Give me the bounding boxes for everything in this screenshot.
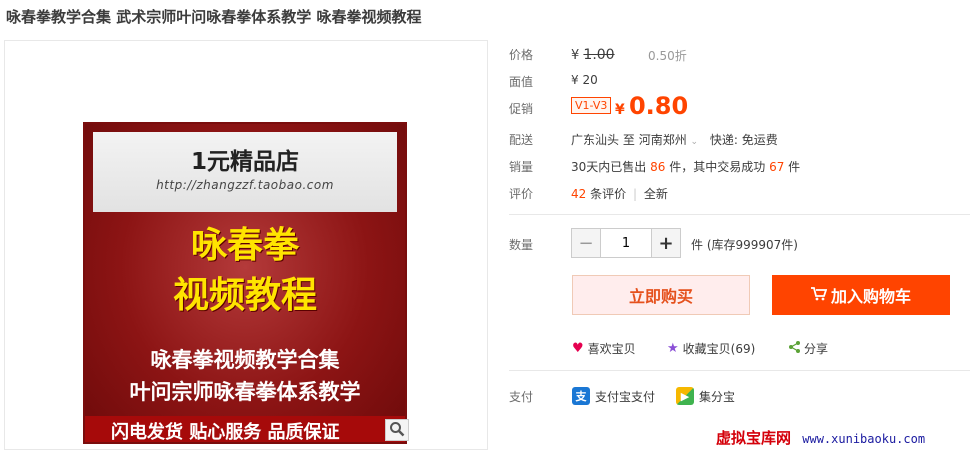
cart-icon [810,286,828,305]
sales-label: 销量 [509,160,534,174]
sales-sold-count: 86 [650,160,666,174]
face-value-label: 面值 [509,75,534,89]
like-button[interactable]: ♥ 喜欢宝贝 [572,340,636,357]
add-to-cart-button[interactable]: 加入购物车 [772,275,950,315]
alipay-option[interactable]: 支 支付宝支付 [572,387,655,405]
share-icon [789,341,800,356]
poster-shop-url: http://zhangzzf.taobao.com [156,178,334,192]
delivery-label: 配送 [509,133,534,147]
poster-headline-2: 视频教程 [172,275,317,316]
promo-price-value: 0.80 [628,92,689,120]
quantity-label: 数量 [509,238,534,252]
watermark-name: 虚拟宝库网 [716,429,792,447]
condition-tag: 全新 [643,187,668,201]
reviews-count-suffix: 条评价 [590,187,627,201]
alipay-label: 支付宝支付 [595,389,656,404]
shipping-fee: 快递: 免运费 [709,133,778,147]
quantity-increase-button[interactable]: + [652,229,680,257]
reviews-info: 42 条评价 | 全新 [571,185,668,202]
quantity-input[interactable] [600,229,652,257]
original-price: ¥ 1.00 [571,47,615,63]
sales-success-count: 67 [769,160,785,174]
watermark-url: www.xunibaoku.com [802,432,926,446]
poster-shop-name: 1元精品店 [190,149,299,175]
magnifier-icon [389,421,405,440]
poster-headline-1: 咏春拳 [190,225,299,266]
heart-icon: ♥ [572,341,584,356]
promo-price: ¥ 0.80 [615,92,688,120]
price-label: 价格 [509,48,534,62]
reviews-count: 42 [571,187,587,201]
delivery-info: 广东汕头 至 河南郑州 ⌄ 快递: 免运费 [571,131,778,148]
face-value: ¥ 20 [571,73,598,87]
product-main-image[interactable]: 1元精品店 http://zhangzzf.taobao.com 咏春拳 视频教… [83,122,407,444]
delivery-to-word: 至 [622,133,635,147]
member-level-tag[interactable]: V1-V3 [571,97,612,114]
original-price-value: 1.00 [583,47,615,63]
chevron-down-icon: ⌄ [690,137,699,147]
quantity-stepper: − + [571,228,681,258]
alipay-icon: 支 [572,387,590,405]
stock-info: 件 (库存999907件) [691,238,798,252]
reviews-separator: | [632,187,637,201]
product-info-panel: 价格 ¥ 1.00 0.50折 面值 ¥ 20 促销 V1-V3 ¥ 0.80 … [509,0,970,455]
poster-footer-text: 闪电发货 贴心服务 品质保证 [111,422,340,443]
like-label: 喜欢宝贝 [587,342,636,356]
buy-now-label: 立即购买 [628,287,693,306]
section-divider [509,214,970,215]
poster-subtitle-1: 咏春拳视频教学合集 [150,348,340,372]
section-divider [509,370,970,371]
star-icon: ★ [667,341,679,356]
poster-subtitle-2: 叶问宗师咏春拳体系教学 [129,380,361,404]
favorite-label: 收藏宝贝(69) [682,342,756,356]
discount-rate: 0.50折 [648,49,687,63]
sales-suffix: 件 [788,160,801,174]
promo-label: 促销 [509,102,534,116]
jifenbao-icon: ▶ [676,387,694,405]
buy-now-button[interactable]: 立即购买 [572,275,750,315]
payment-label: 支付 [509,390,534,404]
product-gallery: 1元精品店 http://zhangzzf.taobao.com 咏春拳 视频教… [4,40,488,450]
share-button[interactable]: 分享 [789,340,828,357]
delivery-destination-select[interactable]: 河南郑州 ⌄ [639,133,702,147]
promo-price-currency: ¥ [615,102,625,118]
original-price-currency: ¥ [571,48,580,63]
sales-info: 30天内已售出 86 件，其中交易成功 67 件 [571,158,800,175]
delivery-destination: 河南郑州 [638,133,687,147]
product-title: 咏春拳教学合集 武术宗师叶问咏春拳体系教学 咏春拳视频教程 [6,8,422,26]
sales-prefix: 30天内已售出 [571,160,647,174]
jifenbao-option[interactable]: ▶ 集分宝 [676,387,735,405]
delivery-from: 广东汕头 [571,133,620,147]
jifenbao-label: 集分宝 [699,389,736,404]
quantity-decrease-button[interactable]: − [572,229,600,257]
share-label: 分享 [804,342,829,356]
reviews-link[interactable]: 42 条评价 [571,187,630,201]
site-watermark: 虚拟宝库网 www.xunibaoku.com [716,427,925,448]
zoom-button[interactable] [385,419,409,441]
add-to-cart-label: 加入购物车 [830,287,911,306]
favorite-button[interactable]: ★ 收藏宝贝(69) [667,340,755,357]
reviews-label: 评价 [509,187,534,201]
sales-mid: 件，其中交易成功 [669,160,766,174]
